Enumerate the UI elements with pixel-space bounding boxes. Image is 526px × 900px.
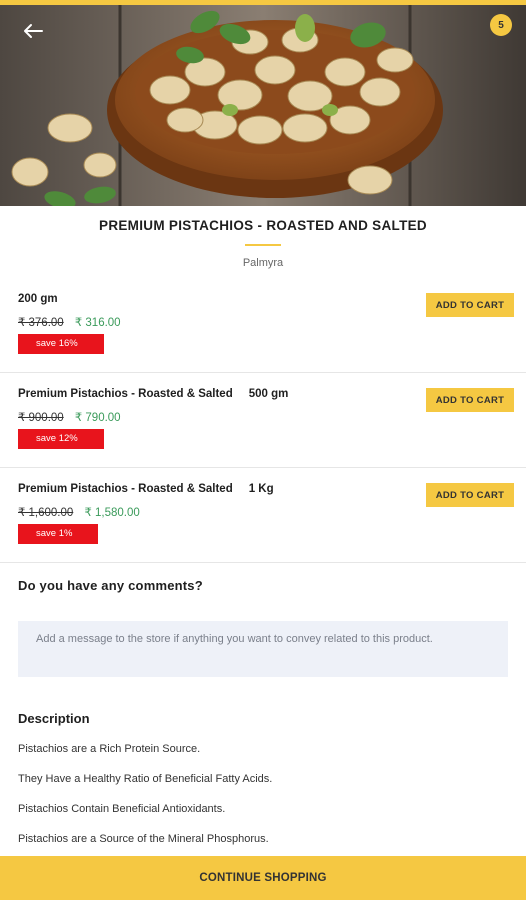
description-line: They Have a Healthy Ratio of Beneficial … (18, 773, 273, 785)
add-to-cart-button[interactable]: ADD TO CART (426, 483, 514, 507)
description-heading: Description (18, 711, 90, 726)
variant-name: Premium Pistachios - Roasted & Salted 50… (18, 388, 289, 400)
pistachio-bowl-illustration (0, 0, 526, 206)
description-line: Pistachios are a Rich Protein Source. (18, 743, 201, 755)
description-line: Pistachios Contain Beneficial Antioxidan… (18, 803, 226, 815)
variant-name: 200 gm (18, 293, 58, 305)
product-title: PREMIUM PISTACHIOS - ROASTED AND SALTED (99, 218, 427, 233)
variant-row: Premium Pistachios - Roasted & Salted 1 … (0, 469, 526, 563)
variant-prices: ₹ 376.00 ₹ 316.00 (18, 315, 121, 329)
variant-row: Premium Pistachios - Roasted & Salted 50… (0, 374, 526, 468)
new-price: ₹ 790.00 (74, 412, 121, 424)
variant-name: Premium Pistachios - Roasted & Salted 1 … (18, 483, 274, 495)
cart-count-badge[interactable]: 5 (490, 14, 512, 36)
top-accent-strip (0, 0, 526, 5)
title-underline (245, 244, 281, 246)
comment-input[interactable] (18, 621, 508, 677)
save-badge: save 1% (18, 524, 98, 544)
product-vendor: Palmyra (242, 257, 284, 269)
variant-prices: ₹ 1,600.00 ₹ 1,580.00 (18, 505, 140, 519)
old-price: ₹ 1,600.00 (18, 507, 74, 519)
product-image (0, 0, 526, 206)
arrow-left-icon (24, 24, 43, 38)
save-badge: save 16% (18, 334, 104, 354)
old-price: ₹ 376.00 (18, 317, 64, 329)
old-price: ₹ 900.00 (18, 412, 64, 424)
continue-shopping-button[interactable]: CONTINUE SHOPPING (0, 856, 526, 900)
add-to-cart-button[interactable]: ADD TO CART (426, 293, 514, 317)
new-price: ₹ 1,580.00 (84, 507, 140, 519)
variant-row: 200 gm ₹ 376.00 ₹ 316.00 save 16% ADD TO… (0, 279, 526, 373)
save-badge: save 12% (18, 429, 104, 449)
description-line: Pistachios are a Source of the Mineral P… (18, 833, 269, 845)
back-button[interactable] (18, 16, 48, 46)
comments-heading: Do you have any comments? (18, 578, 203, 593)
add-to-cart-button[interactable]: ADD TO CART (426, 388, 514, 412)
new-price: ₹ 316.00 (74, 317, 121, 329)
variant-prices: ₹ 900.00 ₹ 790.00 (18, 410, 121, 424)
